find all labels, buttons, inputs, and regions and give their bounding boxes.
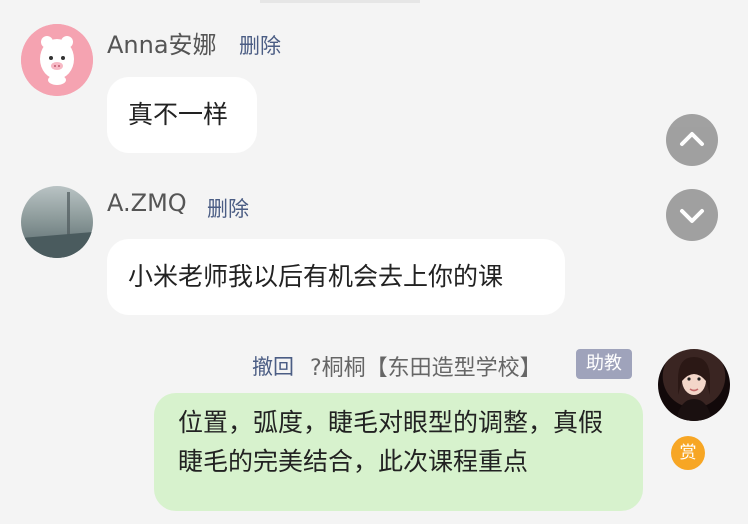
landscape-avatar-icon [21,192,93,258]
portrait-avatar-icon [676,357,712,421]
message-bubble: 真不一样 [107,77,257,153]
recall-link[interactable]: 撤回 [252,351,294,381]
chevron-down-icon [680,209,704,223]
top-divider [260,0,420,3]
delete-link[interactable]: 删除 [207,193,249,223]
avatar-zmq[interactable] [21,186,93,258]
message-bubble: 位置，弧度，睫毛对眼型的调整，真假睫毛的完美结合，此次课程重点 [154,393,643,511]
delete-link[interactable]: 删除 [239,30,281,60]
assistant-badge: 助教 [576,349,632,379]
sender-name: Anna安娜 [107,31,217,59]
message-bubble: 小米老师我以后有机会去上你的课 [107,239,565,315]
reward-button[interactable]: 赏 [671,436,705,470]
sender-name: A.ZMQ [107,189,187,217]
avatar-anna[interactable] [21,24,93,96]
avatar-self[interactable] [658,349,730,421]
pig-avatar-icon [21,24,93,96]
chevron-up-icon [680,132,704,146]
scroll-up-button[interactable] [666,114,718,166]
sender-name: ?桐桐【东田造型学校】 [310,356,542,381]
scroll-down-button[interactable] [666,189,718,241]
